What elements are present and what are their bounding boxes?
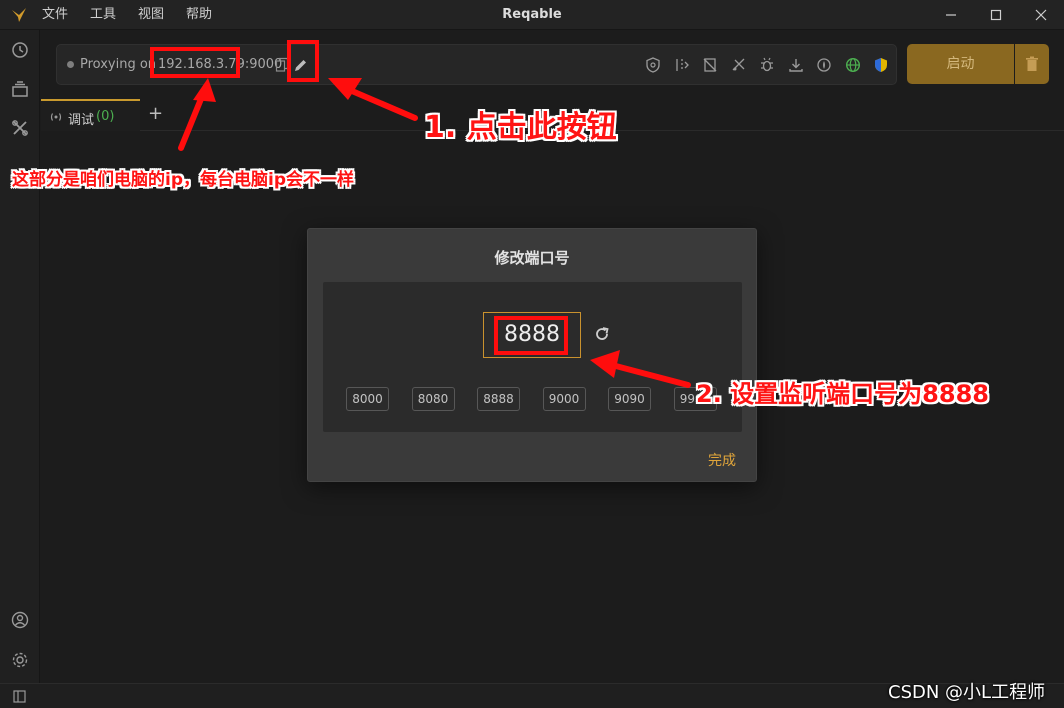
- tools-icon: [12, 120, 28, 136]
- trash-icon: [1026, 56, 1038, 71]
- clear-button[interactable]: [1015, 44, 1049, 84]
- ssl-proxy-icon[interactable]: [643, 55, 663, 75]
- proxy-label: Proxying on: [80, 57, 157, 72]
- close-button[interactable]: [1018, 0, 1064, 30]
- script-icon[interactable]: [814, 55, 834, 75]
- status-dot: [67, 61, 74, 68]
- menu-view[interactable]: 视图: [138, 0, 164, 30]
- layers-icon: [12, 81, 28, 97]
- tab-debug-count: (0): [96, 109, 115, 124]
- preset-port-8888[interactable]: 8888: [477, 387, 520, 411]
- sidebar-tools-button[interactable]: [9, 117, 31, 139]
- add-tab-button[interactable]: +: [148, 103, 163, 124]
- menu-file[interactable]: 文件: [42, 0, 68, 30]
- gear-icon: [12, 652, 28, 668]
- preset-port-8080[interactable]: 8080: [411, 387, 455, 411]
- menu-tools[interactable]: 工具: [90, 0, 116, 30]
- user-icon: [11, 611, 29, 629]
- dialog-body: 8888 8000 8080 8888 9000 9090 9999: [323, 282, 742, 432]
- port-presets: 8000 8080 8888 9000 9090 9999: [346, 387, 739, 411]
- app-logo-icon: [12, 8, 26, 22]
- minimize-icon: [946, 14, 956, 16]
- title-bar: 文件 工具 视图 帮助 Reqable: [0, 0, 1064, 30]
- mirror-icon[interactable]: [729, 55, 749, 75]
- sidebar-history-button[interactable]: [9, 39, 31, 61]
- annotation-ip-note: 这部分是咱们电脑的ip，每台电脑ip会不一样: [12, 170, 354, 190]
- annotation-step1: 1. 点击此按钮: [424, 110, 617, 145]
- broadcast-icon: [50, 113, 62, 121]
- proxy-toolbar: [643, 55, 900, 75]
- annotation-ip-highlight: [150, 47, 240, 78]
- annotation-step2: 2. 设置监听端口号为8888: [696, 380, 989, 408]
- tab-debug[interactable]: 调试 (0): [41, 99, 140, 131]
- sidebar-settings-button[interactable]: [9, 649, 31, 671]
- menu-bar: 文件 工具 视图 帮助: [42, 0, 234, 30]
- refresh-icon[interactable]: [593, 325, 611, 343]
- change-port-dialog: 修改端口号 8888 8000 8080 8888 9000 9090 9999…: [307, 228, 757, 482]
- shield-icon[interactable]: [871, 55, 891, 75]
- minimize-button[interactable]: [928, 0, 974, 30]
- start-button[interactable]: 启动: [907, 44, 1014, 84]
- breakpoint-icon[interactable]: [672, 55, 692, 75]
- annotation-port-highlight: [494, 316, 568, 355]
- rewrite-icon[interactable]: [700, 55, 720, 75]
- sidebar-account-button[interactable]: [9, 609, 31, 631]
- history-icon: [12, 42, 28, 58]
- tab-debug-label: 调试: [68, 113, 95, 128]
- maximize-button[interactable]: [973, 0, 1019, 30]
- menu-help[interactable]: 帮助: [186, 0, 212, 30]
- panel-toggle-icon[interactable]: [13, 690, 26, 703]
- debug-icon[interactable]: [757, 55, 777, 75]
- preset-port-9000[interactable]: 9000: [542, 387, 586, 411]
- sidebar-sessions-button[interactable]: [9, 78, 31, 100]
- done-button[interactable]: 完成: [708, 450, 736, 470]
- preset-port-9090[interactable]: 9090: [608, 387, 651, 411]
- download-icon[interactable]: [786, 55, 806, 75]
- preset-port-8000[interactable]: 8000: [346, 387, 389, 411]
- csdn-watermark: CSDN @小L工程师: [888, 682, 1046, 703]
- maximize-icon: [990, 9, 1002, 21]
- dialog-title: 修改端口号: [494, 249, 570, 267]
- close-icon: [1035, 9, 1047, 21]
- network-icon[interactable]: [843, 55, 863, 75]
- annotation-edit-highlight: [287, 40, 319, 82]
- left-sidebar: [0, 30, 40, 708]
